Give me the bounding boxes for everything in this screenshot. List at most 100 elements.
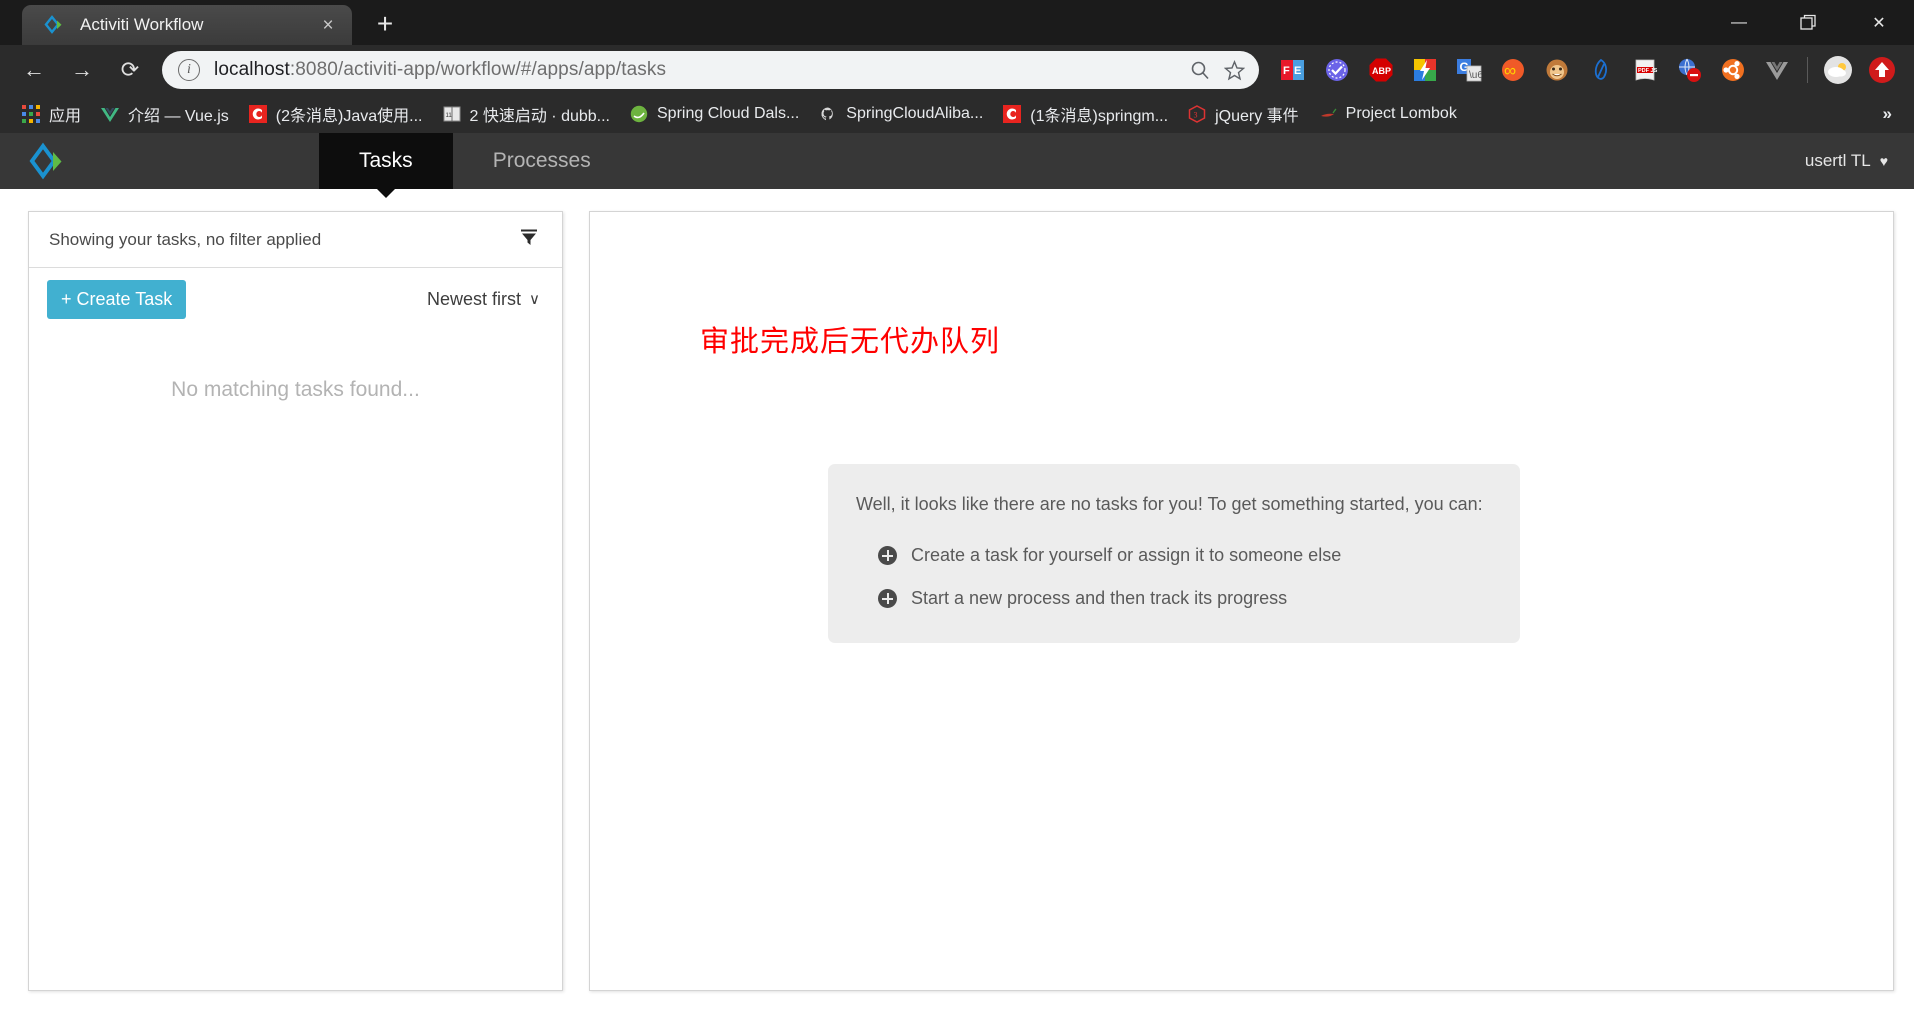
close-window-icon[interactable]: ✕ xyxy=(1844,0,1914,45)
window-controls: — ✕ xyxy=(1704,0,1914,45)
csdn-icon xyxy=(249,105,267,123)
bookmark-vuejs[interactable]: 介绍 — Vue.js xyxy=(91,99,239,129)
app-tabs: Tasks Processes xyxy=(319,133,631,189)
reload-icon[interactable]: ⟳ xyxy=(110,50,150,90)
no-tasks-info-box: Well, it looks like there are no tasks f… xyxy=(828,464,1520,643)
info-item-label: Create a task for yourself or assign it … xyxy=(911,545,1341,566)
bookmark-label: 介绍 — Vue.js xyxy=(128,102,229,126)
work-area: Showing your tasks, no filter applied + … xyxy=(0,189,1914,1013)
new-tab-button[interactable]: + xyxy=(366,5,404,43)
activiti-logo[interactable] xyxy=(0,133,96,189)
bookmark-label: jQuery 事件 xyxy=(1215,102,1299,126)
create-task-button[interactable]: + Create Task xyxy=(47,280,186,319)
minimize-icon[interactable]: — xyxy=(1704,0,1774,45)
pdfjs-extension-icon[interactable]: PDF JS xyxy=(1627,52,1663,88)
svg-text:PDF JS: PDF JS xyxy=(1638,68,1658,74)
svg-text:\u6587: \u6587 xyxy=(1469,70,1482,81)
bookmark-jquery-events[interactable]: 3 jQuery 事件 xyxy=(1178,99,1309,129)
evernote-extension-icon[interactable] xyxy=(1583,52,1619,88)
book-icon: 11 xyxy=(443,105,461,123)
ubuntu-extension-icon[interactable] xyxy=(1715,52,1751,88)
weather-extension-icon[interactable] xyxy=(1820,52,1856,88)
info-item-create-task[interactable]: Create a task for yourself or assign it … xyxy=(856,545,1492,566)
checkmark-extension-icon[interactable] xyxy=(1319,52,1355,88)
bookmark-label: 应用 xyxy=(49,102,81,126)
bookmark-apps[interactable]: 应用 xyxy=(12,99,91,129)
search-icon[interactable] xyxy=(1183,53,1217,87)
filter-bar: Showing your tasks, no filter applied xyxy=(29,212,562,268)
bookmark-label: Spring Cloud Dals... xyxy=(657,105,799,123)
task-detail-panel: 审批完成后无代办队列 Well, it looks like there are… xyxy=(589,211,1894,991)
tab-strip: Activiti Workflow × + — ✕ xyxy=(0,0,1914,45)
browser-tab-activiti-workflow[interactable]: Activiti Workflow × xyxy=(22,5,352,45)
url-host: localhost xyxy=(214,59,290,80)
proxy-switch-extension-icon[interactable] xyxy=(1671,52,1707,88)
close-icon[interactable]: × xyxy=(316,16,340,35)
svg-text:11: 11 xyxy=(445,113,452,119)
plus-circle-icon xyxy=(878,589,897,608)
svg-text:3: 3 xyxy=(1194,111,1198,120)
bookmark-label: (2条消息)Java使用... xyxy=(276,102,423,126)
chevron-down-icon: ∨ xyxy=(529,290,540,308)
vue-icon xyxy=(101,105,119,123)
profile-upload-icon[interactable] xyxy=(1864,52,1900,88)
infinity-newtab-extension-icon[interactable]: ∞ xyxy=(1495,52,1531,88)
csdn-icon xyxy=(1003,105,1021,123)
task-action-bar: + Create Task Newest first ∨ xyxy=(29,268,562,330)
tab-label: Processes xyxy=(493,149,591,173)
bookmark-label: Project Lombok xyxy=(1346,105,1457,123)
bookmark-star-icon[interactable] xyxy=(1217,53,1251,87)
bookmark-label: (1条消息)springm... xyxy=(1030,102,1168,126)
svg-text:ABP: ABP xyxy=(1372,66,1391,76)
maximize-icon[interactable] xyxy=(1774,0,1844,45)
bookmark-project-lombok[interactable]: Project Lombok xyxy=(1309,99,1467,129)
spring-icon xyxy=(630,105,648,123)
feedly-extension-icon[interactable]: FE xyxy=(1275,52,1311,88)
tab-title: Activiti Workflow xyxy=(80,15,316,35)
app-header: Tasks Processes usertl TL ♥ xyxy=(0,133,1914,189)
bookmarks-bar: 应用 介绍 — Vue.js (2条消息)Java使用... 11 2 快速启动… xyxy=(0,95,1914,133)
vue-devtools-extension-icon[interactable] xyxy=(1759,52,1795,88)
tab-tasks[interactable]: Tasks xyxy=(319,133,453,189)
chevron-down-icon: ♥ xyxy=(1880,153,1888,169)
bookmark-label: 2 快速启动 · dubb... xyxy=(470,102,611,126)
bookmark-dubbo[interactable]: 11 2 快速启动 · dubb... xyxy=(433,99,621,129)
site-info-icon[interactable]: i xyxy=(178,59,200,81)
jquery-icon: 3 xyxy=(1188,105,1206,123)
google-translate-extension-icon[interactable]: G\u6587 xyxy=(1451,52,1487,88)
monkey-extension-icon[interactable] xyxy=(1539,52,1575,88)
empty-task-list-message: No matching tasks found... xyxy=(29,330,562,990)
lombok-icon xyxy=(1319,105,1337,123)
bookmark-csdn-springm[interactable]: (1条消息)springm... xyxy=(993,99,1178,129)
forward-icon[interactable]: → xyxy=(62,50,102,90)
address-bar[interactable]: i localhost:8080/activiti-app/workflow/#… xyxy=(162,51,1259,89)
back-icon[interactable]: ← xyxy=(14,50,54,90)
annotation-text: 审批完成后无代办队列 xyxy=(700,318,1000,360)
funnel-icon[interactable] xyxy=(516,227,542,253)
browser-window: Activiti Workflow × + — ✕ ← → ⟳ i localh… xyxy=(0,0,1914,1013)
sort-dropdown[interactable]: Newest first ∨ xyxy=(427,289,544,310)
bookmark-csdn-java[interactable]: (2条消息)Java使用... xyxy=(239,99,433,129)
info-heading: Well, it looks like there are no tasks f… xyxy=(856,494,1492,515)
bookmark-spring-cloud[interactable]: Spring Cloud Dals... xyxy=(620,99,809,129)
toolbar-divider xyxy=(1807,57,1808,83)
adblock-plus-extension-icon[interactable]: ABP xyxy=(1363,52,1399,88)
info-item-label: Start a new process and then track its p… xyxy=(911,588,1287,609)
url-path: :8080/activiti-app/workflow/#/apps/app/t… xyxy=(290,59,666,80)
flash-extension-icon[interactable] xyxy=(1407,52,1443,88)
sort-label: Newest first xyxy=(427,289,521,310)
user-menu[interactable]: usertl TL ♥ xyxy=(1805,133,1914,189)
tab-processes[interactable]: Processes xyxy=(453,133,631,189)
svg-text:∞: ∞ xyxy=(1504,61,1516,80)
svg-text:E: E xyxy=(1294,65,1301,77)
url-text: localhost:8080/activiti-app/workflow/#/a… xyxy=(214,59,1183,81)
bookmarks-overflow-icon[interactable]: » xyxy=(1873,104,1902,124)
apps-grid-icon xyxy=(22,105,40,123)
user-name: usertl TL xyxy=(1805,151,1871,171)
navigation-bar: ← → ⟳ i localhost:8080/activiti-app/work… xyxy=(0,45,1914,95)
extension-toolbar: FE ABP G\u6587 ∞ PDF xyxy=(1271,52,1904,88)
info-item-start-process[interactable]: Start a new process and then track its p… xyxy=(856,588,1492,609)
bookmark-springcloudalibaba[interactable]: SpringCloudAliba... xyxy=(809,99,993,129)
task-list-panel: Showing your tasks, no filter applied + … xyxy=(28,211,563,991)
tab-label: Tasks xyxy=(359,149,413,173)
